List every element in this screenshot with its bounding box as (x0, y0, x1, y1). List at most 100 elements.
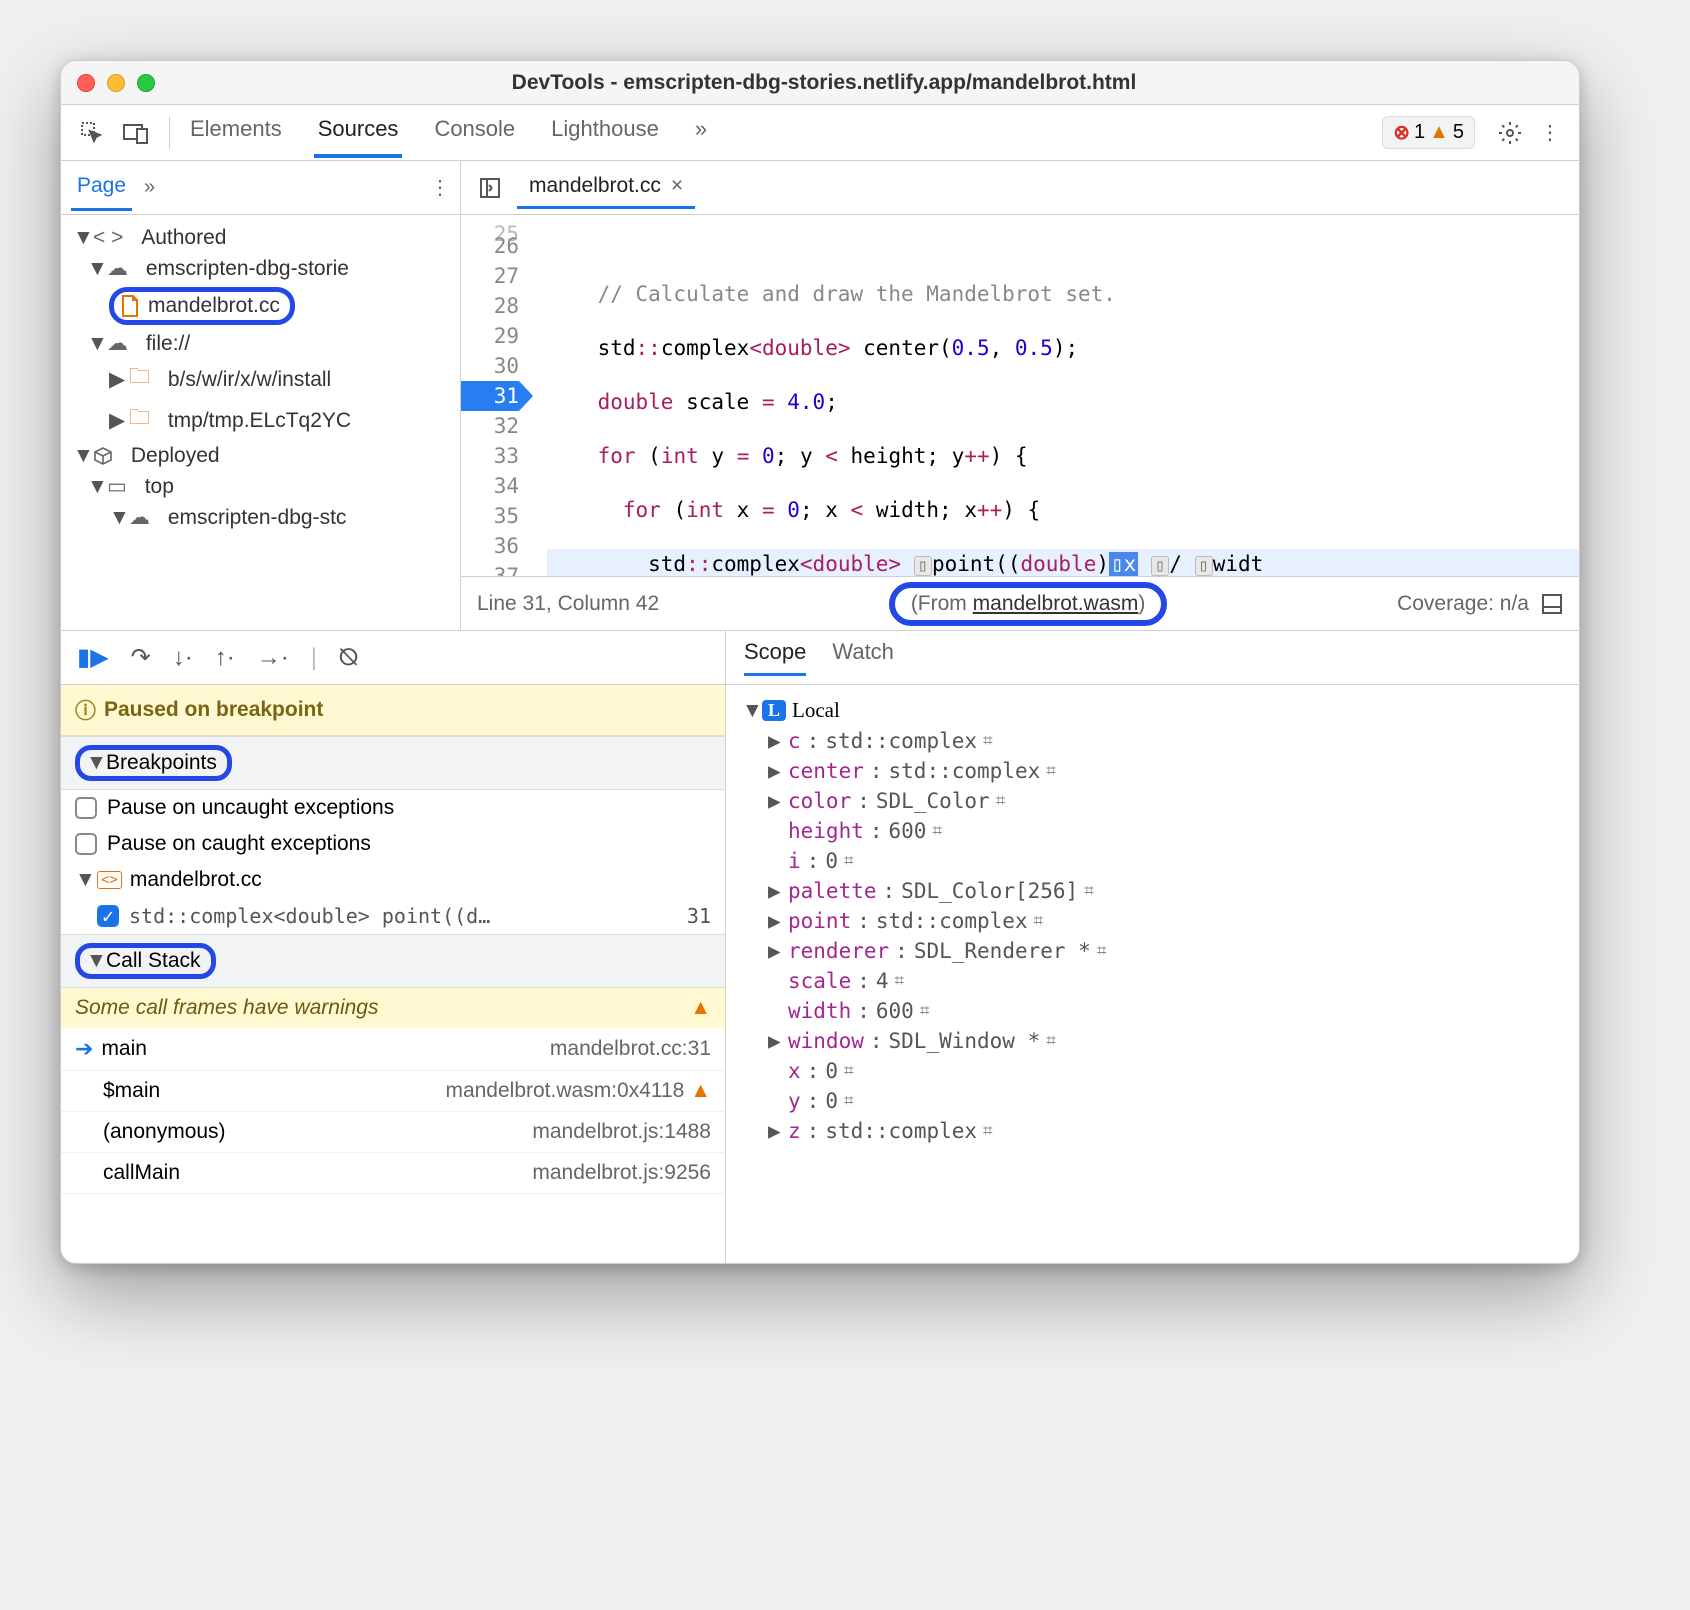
memory-icon[interactable]: ⌗ (844, 851, 854, 871)
memory-icon[interactable]: ⌗ (920, 1001, 930, 1021)
scope-variable[interactable]: height: 600 ⌗ (742, 816, 1563, 846)
scope-local-header[interactable]: ▼ L Local (742, 695, 1563, 726)
file-tree[interactable]: ▼< > Authored ▼☁ emscripten-dbg-storie m… (61, 215, 461, 630)
scope-variable[interactable]: y: 0 ⌗ (742, 1086, 1563, 1116)
tree-file-scheme[interactable]: file:// (146, 332, 190, 356)
breakpoint-marker[interactable]: 31 (461, 381, 519, 411)
scope-variable[interactable]: ▶c: std::complex ⌗ (742, 726, 1563, 756)
expand-icon[interactable] (768, 1059, 782, 1083)
resume-icon[interactable]: ▮▶ (77, 643, 109, 672)
expand-icon[interactable]: ▶ (768, 879, 782, 903)
close-window-button[interactable] (77, 74, 95, 92)
stack-frame[interactable]: $mainmandelbrot.wasm:0x4118 ▲ (61, 1071, 725, 1112)
memory-icon[interactable]: ⌗ (983, 731, 993, 751)
scope-variable[interactable]: ▶window: SDL_Window * ⌗ (742, 1026, 1563, 1056)
step-into-icon[interactable]: ↓· (173, 644, 193, 672)
tab-lighthouse[interactable]: Lighthouse (547, 108, 663, 158)
tree-host2[interactable]: emscripten-dbg-stc (168, 506, 347, 530)
highlight-ring-from: (From mandelbrot.wasm) (889, 582, 1168, 626)
memory-icon[interactable]: ⌗ (1034, 911, 1044, 931)
tab-elements[interactable]: Elements (186, 108, 286, 158)
scope-variable[interactable]: ▶palette: SDL_Color[256] ⌗ (742, 876, 1563, 906)
scope-variable[interactable]: ▶color: SDL_Color ⌗ (742, 786, 1563, 816)
close-tab-icon[interactable]: × (671, 174, 683, 198)
scope-variable[interactable]: scale: 4 ⌗ (742, 966, 1563, 996)
tree-folder1[interactable]: b/s/w/ir/x/w/install (168, 368, 331, 392)
tree-file-selected[interactable]: mandelbrot.cc (148, 294, 280, 318)
expand-icon[interactable]: ▶ (768, 759, 782, 783)
tree-host1[interactable]: emscripten-dbg-storie (146, 257, 349, 281)
breakpoint-file-group[interactable]: ▼ <> mandelbrot.cc (61, 862, 725, 898)
scope-variable[interactable]: ▶point: std::complex ⌗ (742, 906, 1563, 936)
memory-icon[interactable]: ⌗ (844, 1091, 854, 1111)
deactivate-breakpoints-icon[interactable]: ⦰ (339, 644, 358, 672)
memory-icon[interactable]: ⌗ (1046, 761, 1056, 781)
scope-variable[interactable]: i: 0 ⌗ (742, 846, 1563, 876)
scope-variable[interactable]: ▶renderer: SDL_Renderer * ⌗ (742, 936, 1563, 966)
callstack-section[interactable]: ▼Call Stack (61, 934, 725, 988)
more-options-icon[interactable]: ⋮ (1533, 116, 1567, 150)
memory-icon[interactable]: ⌗ (844, 1061, 854, 1081)
issues-counter[interactable]: ⊗ 1 ▲ 5 (1382, 116, 1475, 149)
navigator-more[interactable]: » (144, 176, 155, 199)
breakpoint-entry[interactable]: ✓ std::complex<double> point((d… 31 (61, 898, 725, 934)
expand-icon[interactable]: ▶ (768, 789, 782, 813)
more-tabs-button[interactable]: » (691, 108, 711, 158)
checkbox-icon[interactable] (75, 833, 97, 855)
minimize-window-button[interactable] (107, 74, 125, 92)
source-map-link[interactable]: mandelbrot.wasm (973, 592, 1139, 615)
breakpoints-section[interactable]: ▼Breakpoints (61, 736, 725, 790)
expand-icon[interactable]: ▶ (768, 1119, 782, 1143)
watch-tab[interactable]: Watch (832, 639, 894, 676)
pause-caught-row[interactable]: Pause on caught exceptions (61, 826, 725, 862)
settings-icon[interactable] (1493, 116, 1527, 150)
memory-icon[interactable]: ⌗ (895, 971, 905, 991)
debugger-pane: ▮▶ ↷ ↓· ↑· →· | ⦰ ⓘ Paused on breakpoint… (61, 631, 1579, 1263)
sources-main: ▼< > Authored ▼☁ emscripten-dbg-storie m… (61, 215, 1579, 631)
expand-icon[interactable] (768, 999, 782, 1023)
checkbox-icon[interactable] (75, 797, 97, 819)
expand-icon[interactable] (768, 819, 782, 843)
code-content[interactable]: // Calculate and draw the Mandelbrot set… (529, 215, 1579, 576)
toggle-navigator-icon[interactable] (471, 177, 509, 199)
inspect-element-icon[interactable] (73, 114, 111, 152)
expand-icon[interactable]: ▶ (768, 909, 782, 933)
expand-icon[interactable] (768, 849, 782, 873)
device-toolbar-icon[interactable] (117, 114, 155, 152)
scope-variable[interactable]: width: 600 ⌗ (742, 996, 1563, 1026)
expand-icon[interactable] (768, 1089, 782, 1113)
zoom-window-button[interactable] (137, 74, 155, 92)
stack-frame[interactable]: callMainmandelbrot.js:9256 (61, 1153, 725, 1194)
stack-frame[interactable]: ➔mainmandelbrot.cc:31 (61, 1028, 725, 1071)
expand-icon[interactable]: ▶ (768, 729, 782, 753)
tree-top[interactable]: top (145, 475, 174, 499)
tab-console[interactable]: Console (430, 108, 519, 158)
pause-uncaught-row[interactable]: Pause on uncaught exceptions (61, 790, 725, 826)
memory-icon[interactable]: ⌗ (1084, 881, 1094, 901)
scope-variable[interactable]: ▶center: std::complex ⌗ (742, 756, 1563, 786)
navigator-menu-icon[interactable]: ⋮ (430, 175, 450, 200)
toggle-bottombar-icon[interactable] (1541, 593, 1563, 615)
step-out-icon[interactable]: ↑· (215, 644, 235, 672)
stack-frame[interactable]: (anonymous)mandelbrot.js:1488 (61, 1112, 725, 1153)
tab-sources[interactable]: Sources (314, 108, 403, 158)
step-over-icon[interactable]: ↷ (131, 643, 151, 672)
line-gutter[interactable]: 25 2627282930 31 323334353637 (461, 215, 529, 576)
memory-icon[interactable]: ⌗ (932, 821, 942, 841)
tree-folder2[interactable]: tmp/tmp.ELcTq2YC (168, 409, 351, 433)
memory-icon[interactable]: ⌗ (1097, 941, 1107, 961)
scope-variable[interactable]: x: 0 ⌗ (742, 1056, 1563, 1086)
expand-icon[interactable]: ▶ (768, 939, 782, 963)
memory-icon[interactable]: ⌗ (983, 1121, 993, 1141)
file-tab-mandelbrot[interactable]: mandelbrot.cc × (517, 166, 695, 209)
scope-tab[interactable]: Scope (744, 639, 806, 676)
step-icon[interactable]: →· (257, 644, 289, 672)
memory-icon[interactable]: ⌗ (1046, 1031, 1056, 1051)
scope-variable[interactable]: ▶z: std::complex ⌗ (742, 1116, 1563, 1146)
memory-icon[interactable]: ⌗ (996, 791, 1006, 811)
page-tab[interactable]: Page (71, 164, 132, 211)
scope-body[interactable]: ▼ L Local ▶c: std::complex ⌗▶center: std… (726, 685, 1579, 1156)
expand-icon[interactable]: ▶ (768, 1029, 782, 1053)
expand-icon[interactable] (768, 969, 782, 993)
checkbox-checked-icon[interactable]: ✓ (97, 905, 119, 927)
